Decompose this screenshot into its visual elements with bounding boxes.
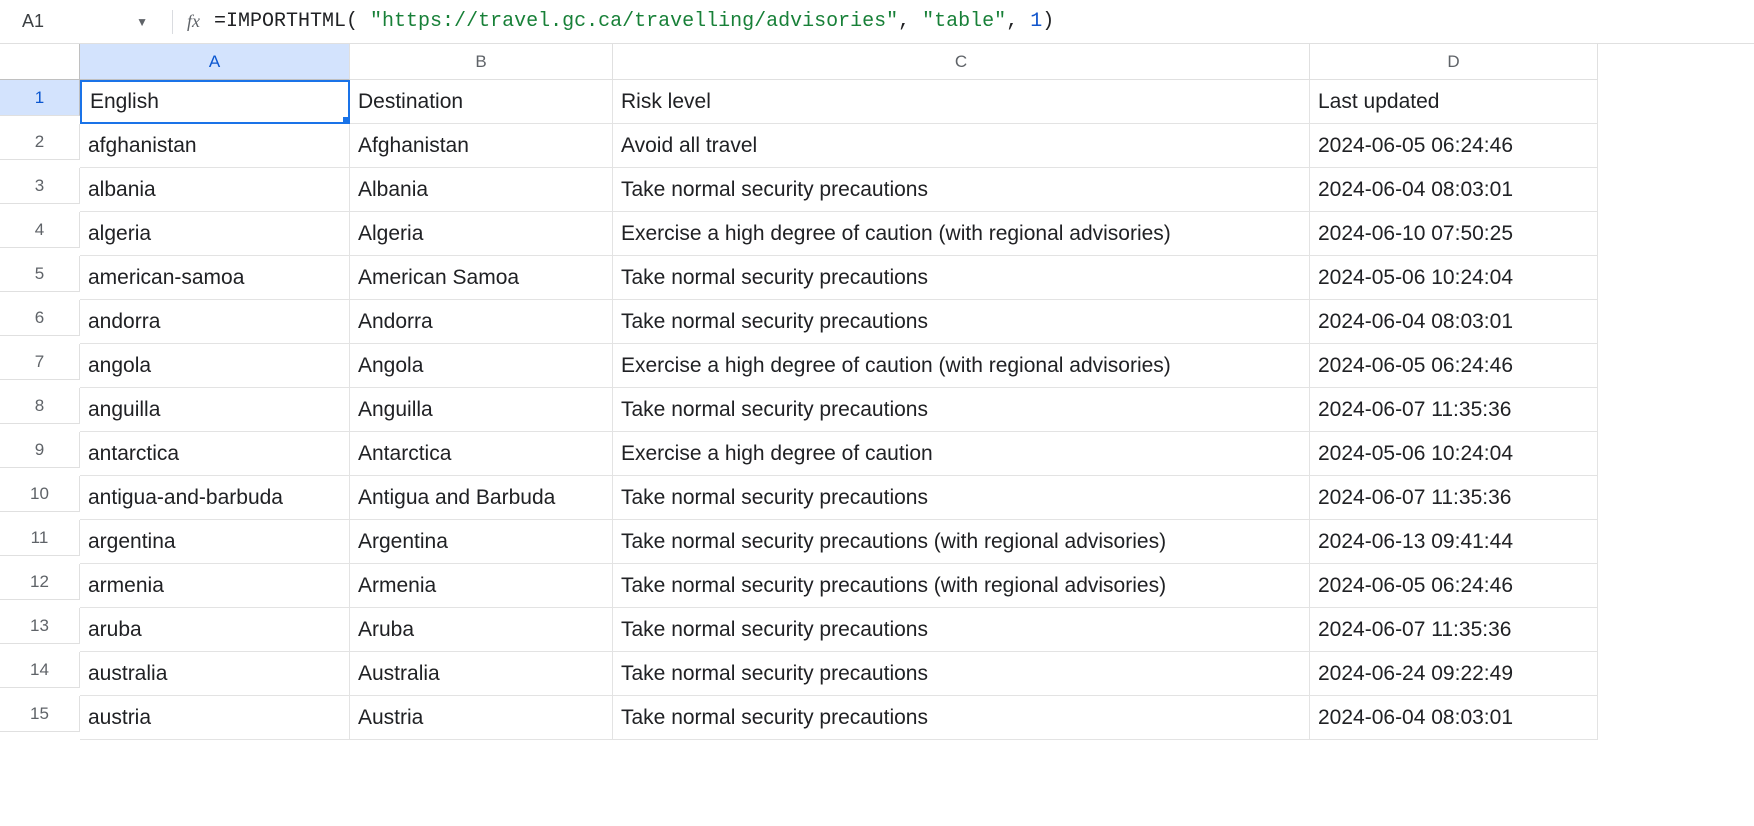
cell-B5[interactable]: American Samoa (350, 256, 613, 300)
cell-C5[interactable]: Take normal security precautions (613, 256, 1310, 300)
cell-D9[interactable]: 2024-05-06 10:24:04 (1310, 432, 1598, 476)
cell-B13[interactable]: Aruba (350, 608, 613, 652)
cell-D15[interactable]: 2024-06-04 08:03:01 (1310, 696, 1598, 740)
name-box-value: A1 (22, 11, 44, 32)
cell-D12[interactable]: 2024-06-05 06:24:46 (1310, 564, 1598, 608)
cell-B10[interactable]: Antigua and Barbuda (350, 476, 613, 520)
cell-A8[interactable]: anguilla (80, 388, 350, 432)
row-header-2[interactable]: 2 (0, 124, 80, 160)
cell-A14[interactable]: australia (80, 652, 350, 696)
row-header-4[interactable]: 4 (0, 212, 80, 248)
cell-A6[interactable]: andorra (80, 300, 350, 344)
cell-D3[interactable]: 2024-06-04 08:03:01 (1310, 168, 1598, 212)
cell-D6[interactable]: 2024-06-04 08:03:01 (1310, 300, 1598, 344)
cell-A13[interactable]: aruba (80, 608, 350, 652)
row-header-13[interactable]: 13 (0, 608, 80, 644)
cell-C6[interactable]: Take normal security precautions (613, 300, 1310, 344)
cell-D5[interactable]: 2024-05-06 10:24:04 (1310, 256, 1598, 300)
cell-D11[interactable]: 2024-06-13 09:41:44 (1310, 520, 1598, 564)
cell-A7[interactable]: angola (80, 344, 350, 388)
cell-C14[interactable]: Take normal security precautions (613, 652, 1310, 696)
row-header-10[interactable]: 10 (0, 476, 80, 512)
cell-B7[interactable]: Angola (350, 344, 613, 388)
cell-D8[interactable]: 2024-06-07 11:35:36 (1310, 388, 1598, 432)
cell-C7[interactable]: Exercise a high degree of caution (with … (613, 344, 1310, 388)
cell-A1[interactable]: English (80, 80, 350, 124)
row-header-5[interactable]: 5 (0, 256, 80, 292)
select-all-corner[interactable] (0, 44, 80, 80)
column-header-C[interactable]: C (613, 44, 1310, 80)
cell-B1[interactable]: Destination (350, 80, 613, 124)
cell-C9[interactable]: Exercise a high degree of caution (613, 432, 1310, 476)
cell-C11[interactable]: Take normal security precautions (with r… (613, 520, 1310, 564)
cell-C12[interactable]: Take normal security precautions (with r… (613, 564, 1310, 608)
cell-B8[interactable]: Anguilla (350, 388, 613, 432)
row-header-7[interactable]: 7 (0, 344, 80, 380)
cell-A12[interactable]: armenia (80, 564, 350, 608)
cell-A10[interactable]: antigua-and-barbuda (80, 476, 350, 520)
divider (172, 10, 173, 34)
cell-C1[interactable]: Risk level (613, 80, 1310, 124)
cell-A5[interactable]: american-samoa (80, 256, 350, 300)
cell-B14[interactable]: Australia (350, 652, 613, 696)
row-header-3[interactable]: 3 (0, 168, 80, 204)
cell-B6[interactable]: Andorra (350, 300, 613, 344)
spreadsheet-grid[interactable]: ABCD 1EnglishDestinationRisk levelLast up… (0, 44, 1754, 740)
row-header-11[interactable]: 11 (0, 520, 80, 556)
row-header-6[interactable]: 6 (0, 300, 80, 336)
column-header-D[interactable]: D (1310, 44, 1598, 80)
formula-arg1: "https://travel.gc.ca/travelling/advisor… (370, 10, 898, 33)
cell-D2[interactable]: 2024-06-05 06:24:46 (1310, 124, 1598, 168)
cell-C15[interactable]: Take normal security precautions (613, 696, 1310, 740)
cell-A11[interactable]: argentina (80, 520, 350, 564)
column-header-B[interactable]: B (350, 44, 613, 80)
row-header-8[interactable]: 8 (0, 388, 80, 424)
cell-C4[interactable]: Exercise a high degree of caution (with … (613, 212, 1310, 256)
cell-B2[interactable]: Afghanistan (350, 124, 613, 168)
formula-func: =IMPORTHTML( (214, 10, 358, 33)
row-header-15[interactable]: 15 (0, 696, 80, 732)
row-header-14[interactable]: 14 (0, 652, 80, 688)
name-box[interactable]: A1 ▼ (8, 0, 158, 43)
row-header-1[interactable]: 1 (0, 80, 80, 116)
dropdown-icon[interactable]: ▼ (136, 15, 148, 29)
cell-D7[interactable]: 2024-06-05 06:24:46 (1310, 344, 1598, 388)
cell-A3[interactable]: albania (80, 168, 350, 212)
cell-B3[interactable]: Albania (350, 168, 613, 212)
column-header-A[interactable]: A (80, 44, 350, 80)
formula-arg2: "table" (922, 10, 1006, 33)
cell-C10[interactable]: Take normal security precautions (613, 476, 1310, 520)
cell-A15[interactable]: austria (80, 696, 350, 740)
formula-bar: A1 ▼ fx =IMPORTHTML( "https://travel.gc.… (0, 0, 1754, 44)
cell-D4[interactable]: 2024-06-10 07:50:25 (1310, 212, 1598, 256)
cell-D1[interactable]: Last updated (1310, 80, 1598, 124)
formula-arg3: 1 (1030, 10, 1042, 33)
cell-A9[interactable]: antarctica (80, 432, 350, 476)
cell-D10[interactable]: 2024-06-07 11:35:36 (1310, 476, 1598, 520)
cell-D13[interactable]: 2024-06-07 11:35:36 (1310, 608, 1598, 652)
formula-input[interactable]: =IMPORTHTML( "https://travel.gc.ca/trave… (214, 10, 1054, 33)
cell-B12[interactable]: Armenia (350, 564, 613, 608)
formula-close: ) (1042, 10, 1054, 33)
cell-D14[interactable]: 2024-06-24 09:22:49 (1310, 652, 1598, 696)
cell-C13[interactable]: Take normal security precautions (613, 608, 1310, 652)
cell-C2[interactable]: Avoid all travel (613, 124, 1310, 168)
row-header-12[interactable]: 12 (0, 564, 80, 600)
cell-C8[interactable]: Take normal security precautions (613, 388, 1310, 432)
cell-B11[interactable]: Argentina (350, 520, 613, 564)
cell-B15[interactable]: Austria (350, 696, 613, 740)
fx-icon: fx (187, 11, 200, 32)
cell-B4[interactable]: Algeria (350, 212, 613, 256)
cell-A4[interactable]: algeria (80, 212, 350, 256)
row-header-9[interactable]: 9 (0, 432, 80, 468)
cell-B9[interactable]: Antarctica (350, 432, 613, 476)
cell-A2[interactable]: afghanistan (80, 124, 350, 168)
cell-C3[interactable]: Take normal security precautions (613, 168, 1310, 212)
